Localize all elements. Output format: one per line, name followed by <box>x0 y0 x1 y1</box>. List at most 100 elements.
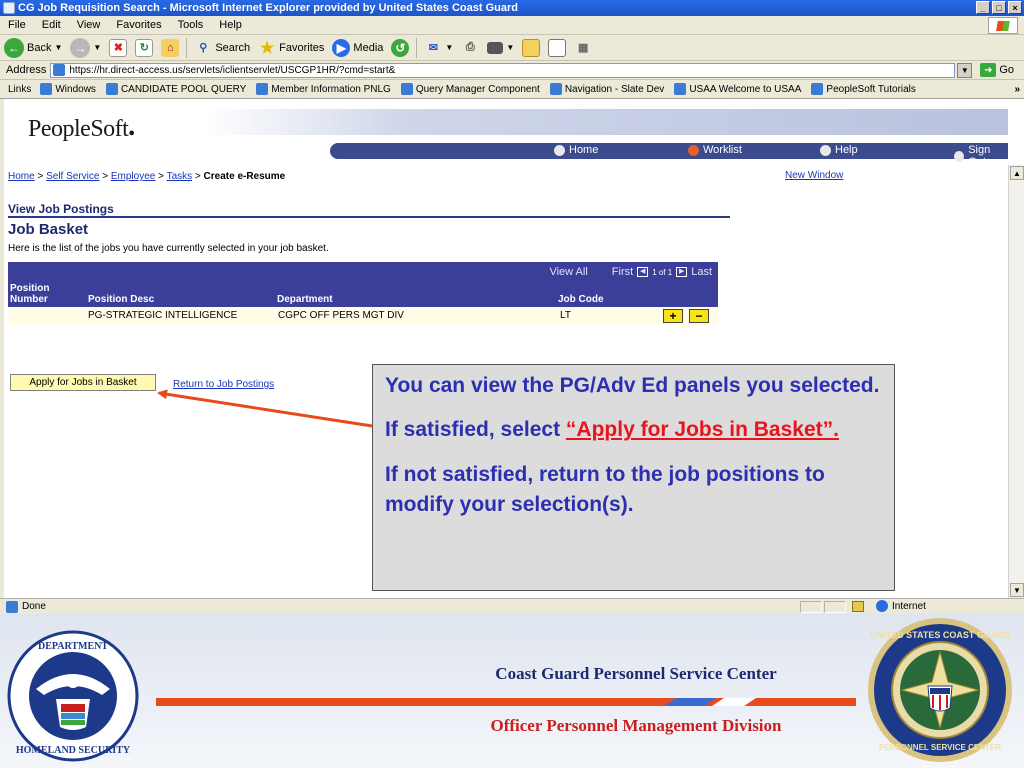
media-icon: ▶ <box>332 38 351 57</box>
page-button[interactable] <box>544 38 570 57</box>
favorites-button[interactable]: ★ Favorites <box>254 39 328 57</box>
link-usaa[interactable]: USAA Welcome to USAA <box>669 83 806 95</box>
menu-view[interactable]: View <box>69 19 109 31</box>
nav-worklist-label: Worklist <box>703 144 742 156</box>
close-button[interactable]: × <box>1008 1 1022 14</box>
menu-edit[interactable]: Edit <box>34 19 69 31</box>
breadcrumb-home[interactable]: Home <box>8 171 35 182</box>
first-link[interactable]: First <box>612 266 633 278</box>
globe-icon <box>876 600 888 612</box>
new-window-link[interactable]: New Window <box>785 170 843 181</box>
link-peoplesoft-tutorials[interactable]: PeopleSoft Tutorials <box>806 83 921 95</box>
breadcrumb-current: Create e-Resume <box>203 171 286 182</box>
edit-button[interactable]: ▼ <box>483 41 518 54</box>
col-job-code: Job Code <box>558 294 604 305</box>
breadcrumb-self-service[interactable]: Self Service <box>46 171 99 182</box>
forward-button[interactable]: → ▼ <box>66 37 105 58</box>
refresh-icon: ↻ <box>135 38 154 57</box>
add-row-button[interactable]: + <box>663 309 683 323</box>
maximize-button[interactable]: □ <box>992 1 1006 14</box>
uscg-psc-seal-logo: UNITED STATES COAST GUARD PERSONNEL SERV… <box>868 618 1012 762</box>
back-button[interactable]: ← Back ▼ <box>0 37 66 58</box>
links-more-icon[interactable]: » <box>1014 84 1020 95</box>
scroll-down-icon[interactable]: ▼ <box>1010 583 1024 597</box>
edit-dropdown-icon: ▼ <box>506 43 515 52</box>
print-icon: ⎙ <box>465 41 475 53</box>
refresh-button[interactable]: ↻ <box>131 38 157 57</box>
help-icon <box>820 144 831 156</box>
breadcrumb-separator: > <box>37 171 44 182</box>
link-label: Navigation - Slate Dev <box>564 83 665 95</box>
link-member-information[interactable]: Member Information PNLG <box>251 83 396 95</box>
address-input[interactable]: https://hr.direct-access.us/servlets/icl… <box>50 62 956 78</box>
home-button[interactable]: ⌂ <box>157 38 183 57</box>
link-label: Member Information PNLG <box>271 83 391 95</box>
toolbar-separator <box>186 37 188 58</box>
page-icon <box>6 600 18 613</box>
menu-help[interactable]: Help <box>211 19 250 31</box>
minimize-button[interactable]: _ <box>976 1 990 14</box>
back-arrow-icon: ← <box>4 37 24 58</box>
search-button[interactable]: ⚲ Search <box>190 39 254 57</box>
scroll-up-icon[interactable]: ▲ <box>1010 166 1024 180</box>
link-windows[interactable]: Windows <box>35 83 101 95</box>
menu-favorites[interactable]: Favorites <box>108 19 169 31</box>
breadcrumb-separator: > <box>158 171 164 182</box>
stop-button[interactable]: ✖ <box>105 38 131 57</box>
menu-tools[interactable]: Tools <box>170 19 212 31</box>
next-icon[interactable]: ▶ <box>676 267 688 277</box>
menu-bar: File Edit View Favorites Tools Help <box>0 16 1024 35</box>
link-candidate-pool-query[interactable]: CANDIDATE POOL QUERY <box>101 83 251 95</box>
nav-help[interactable]: Help <box>820 144 858 156</box>
mail-button[interactable]: ✉ ▼ <box>420 39 457 57</box>
job-basket-grid: View All First ◀ 1 of 1 ▶ Last Position … <box>8 262 718 325</box>
worklist-icon <box>688 144 699 156</box>
nav-signout-label: Sign Out <box>968 144 991 168</box>
svg-text:DEPARTMENT: DEPARTMENT <box>38 641 108 652</box>
history-button[interactable]: ↺ <box>387 38 413 57</box>
search-icon: ⚲ <box>199 42 208 54</box>
row-count: 1 of 1 <box>652 267 673 277</box>
page-description: Here is the list of the jobs you have cu… <box>8 243 329 254</box>
folder-button[interactable] <box>518 38 544 57</box>
favorites-label: Favorites <box>279 41 325 54</box>
callout-line-3: If not satisfied, return to the job posi… <box>385 462 825 517</box>
prev-icon[interactable]: ◀ <box>637 267 649 277</box>
svg-text:HOMELAND SECURITY: HOMELAND SECURITY <box>16 745 131 756</box>
link-label: Query Manager Component <box>415 83 540 95</box>
research-button[interactable]: ▦ <box>570 39 596 57</box>
windows-logo-icon <box>988 17 1018 34</box>
link-label: PeopleSoft Tutorials <box>826 83 916 95</box>
window-controls: _ □ × <box>976 1 1022 14</box>
status-text: Done <box>22 601 46 612</box>
nav-worklist[interactable]: Worklist <box>688 144 742 156</box>
print-button[interactable]: ⎙ <box>457 39 483 57</box>
nav-home[interactable]: Home <box>554 144 598 156</box>
header-swoosh <box>204 109 1008 135</box>
vertical-scrollbar[interactable]: ▲ ▼ <box>1008 165 1024 598</box>
link-navigation-slate-dev[interactable]: Navigation - Slate Dev <box>545 83 670 95</box>
address-dropdown-icon[interactable]: ▼ <box>957 62 973 78</box>
breadcrumb-employee[interactable]: Employee <box>111 171 155 182</box>
menu-file[interactable]: File <box>0 19 34 31</box>
remove-row-button[interactable]: − <box>689 309 709 323</box>
apply-for-jobs-button[interactable]: Apply for Jobs in Basket <box>10 374 156 391</box>
status-panel <box>824 601 846 613</box>
go-button[interactable]: ➜ Go <box>980 63 1014 77</box>
table-row: PG-STRATEGIC INTELLIGENCE CGPC OFF PERS … <box>8 307 718 325</box>
page-icon <box>53 64 66 76</box>
last-link[interactable]: Last <box>691 266 712 278</box>
return-to-job-postings-link[interactable]: Return to Job Postings <box>173 379 274 390</box>
view-all-link[interactable]: View All <box>549 266 587 278</box>
breadcrumb-tasks[interactable]: Tasks <box>167 171 193 182</box>
media-button[interactable]: ▶ Media <box>328 38 387 57</box>
stop-icon: ✖ <box>109 38 128 57</box>
link-page-icon <box>105 83 118 95</box>
go-arrow-icon: ➜ <box>980 63 997 77</box>
address-bar: Address https://hr.direct-access.us/serv… <box>0 61 1024 80</box>
mail-dropdown-icon: ▼ <box>445 43 454 52</box>
link-query-manager[interactable]: Query Manager Component <box>396 83 545 95</box>
back-label: Back <box>27 41 52 54</box>
nav-signout[interactable]: Sign Out <box>954 144 1008 168</box>
folder-icon <box>522 38 541 57</box>
